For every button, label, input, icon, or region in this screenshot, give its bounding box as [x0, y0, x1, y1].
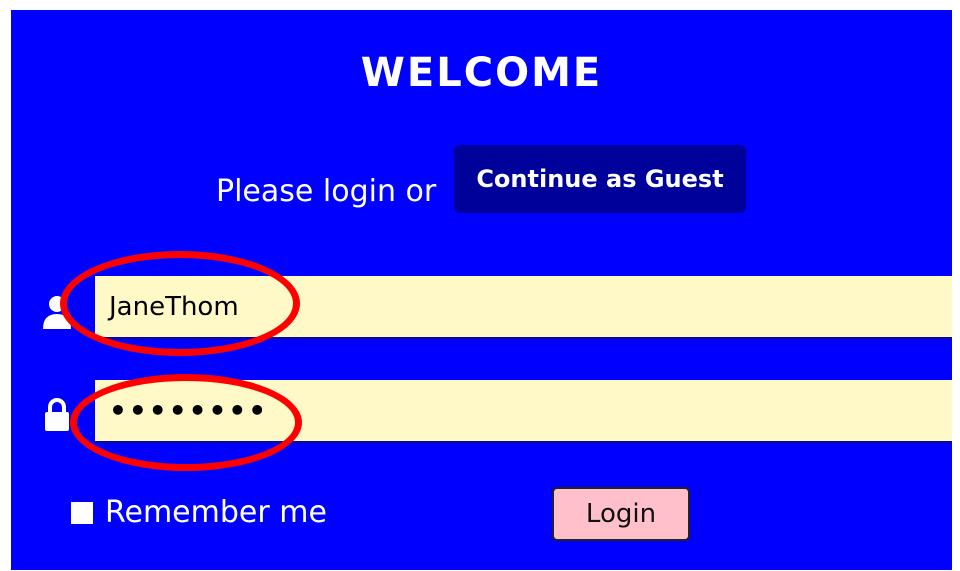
login-button[interactable]: Login [552, 487, 690, 541]
lock-icon [45, 398, 69, 431]
login-prompt: Please login or [216, 174, 437, 209]
remember-me-label: Remember me [105, 495, 327, 530]
remember-me-control[interactable]: Remember me [71, 495, 327, 530]
remember-me-checkbox[interactable] [71, 501, 93, 524]
continue-as-guest-button[interactable]: Continue as Guest [454, 145, 746, 213]
user-icon [43, 296, 71, 329]
login-panel: WELCOME Please login or Continue as Gues… [11, 10, 952, 570]
password-field[interactable]: •••••••• [95, 380, 952, 443]
page-title: WELCOME [360, 50, 603, 96]
username-field[interactable]: JaneThom [95, 276, 952, 339]
